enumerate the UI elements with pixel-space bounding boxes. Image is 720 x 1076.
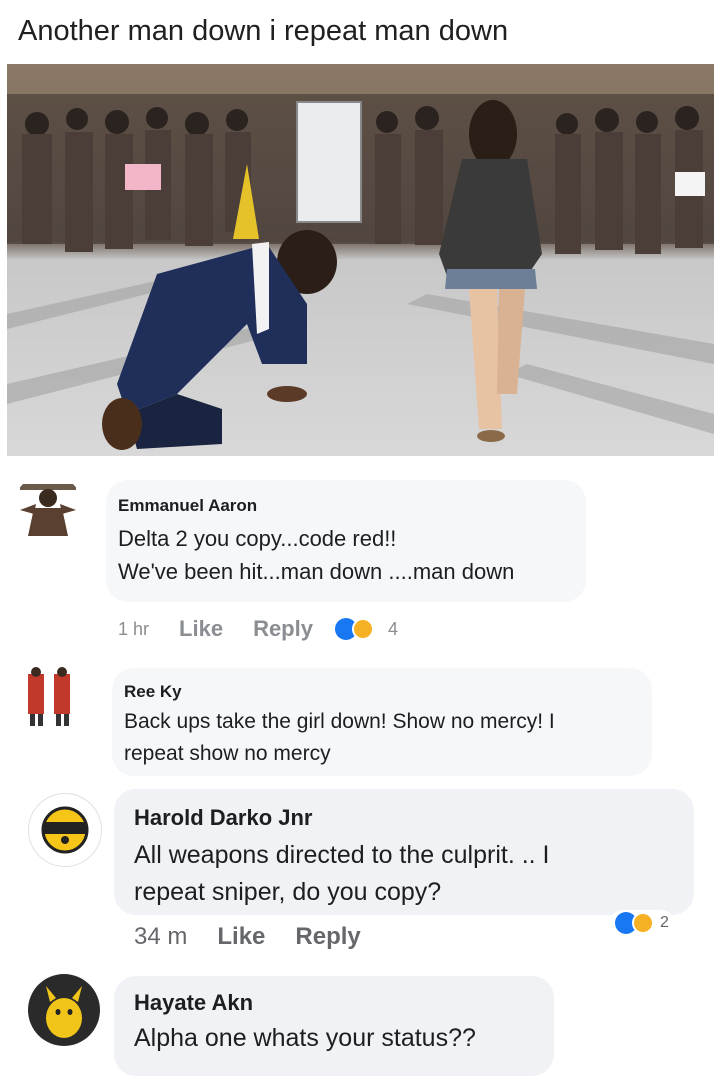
comment-bubble: Ree Ky Back ups take the girl down! Show…: [112, 668, 652, 776]
comment-3: Harold Darko Jnr All weapons directed to…: [0, 785, 720, 965]
reaction-count: 4: [387, 618, 398, 639]
comment-time[interactable]: 34 m: [134, 923, 187, 951]
reply-button[interactable]: Reply: [253, 616, 313, 642]
comment-time[interactable]: 1 hr: [118, 619, 149, 640]
like-button[interactable]: Like: [179, 616, 223, 642]
reply-button[interactable]: Reply: [295, 923, 360, 951]
post-photo[interactable]: [7, 64, 714, 456]
comment-4: Hayate Akn Alpha one whats your status??: [0, 970, 720, 1076]
reaction-count: 2: [660, 914, 669, 931]
comment-bubble: Hayate Akn Alpha one whats your status??: [114, 976, 554, 1076]
avatar[interactable]: [28, 974, 100, 1046]
comment-text: Delta 2 you copy...code red!! We've been…: [118, 526, 515, 584]
avatar[interactable]: [14, 660, 86, 732]
haha-icon: [632, 912, 654, 934]
avatar[interactable]: [28, 793, 102, 867]
commenter-name[interactable]: Ree Ky: [124, 682, 640, 702]
reactions-summary[interactable]: 2: [610, 910, 674, 936]
comment-2: Ree Ky Back ups take the girl down! Show…: [0, 660, 720, 780]
reactions-summary[interactable]: 4: [334, 618, 428, 640]
comment-text: Back ups take the girl down! Show no mer…: [124, 710, 555, 765]
avatar[interactable]: [12, 474, 84, 546]
like-button[interactable]: Like: [217, 923, 265, 951]
haha-icon: [351, 618, 374, 640]
post-title: Another man down i repeat man down: [18, 15, 509, 47]
commenter-name[interactable]: Hayate Akn: [134, 990, 534, 1016]
comment-actions: 34 m Like Reply: [134, 923, 391, 951]
comment-bubble: Harold Darko Jnr All weapons directed to…: [114, 789, 694, 915]
comment-bubble: Emmanuel Aaron Delta 2 you copy...code r…: [106, 480, 586, 602]
commenter-name[interactable]: Harold Darko Jnr: [134, 805, 674, 831]
comment-actions: 1 hr Like Reply 4: [118, 616, 428, 642]
comment-text: Alpha one whats your status??: [134, 1024, 476, 1052]
comment-text: All weapons directed to the culprit. .. …: [134, 841, 550, 906]
commenter-name[interactable]: Emmanuel Aaron: [118, 496, 574, 516]
comment-1: Emmanuel Aaron Delta 2 you copy...code r…: [0, 470, 720, 650]
